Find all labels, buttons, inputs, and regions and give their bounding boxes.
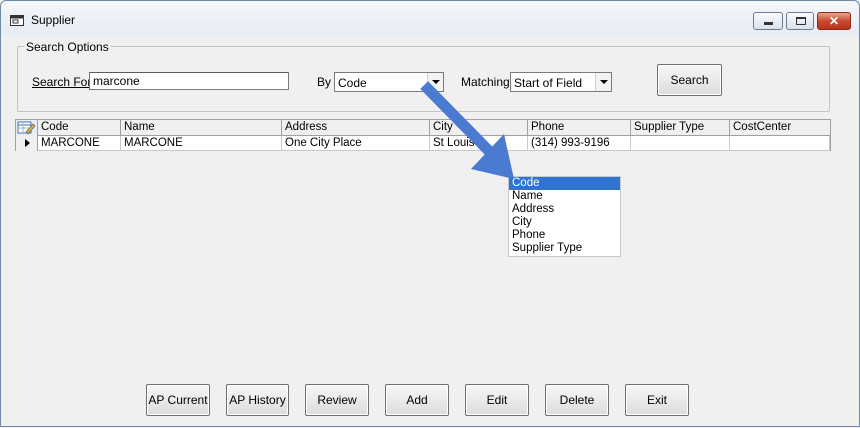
minimize-button[interactable] bbox=[753, 12, 783, 30]
ap-current-button[interactable]: AP Current bbox=[146, 384, 210, 416]
column-header-cost-center[interactable]: CostCenter bbox=[730, 120, 831, 135]
column-header-city[interactable]: City bbox=[430, 120, 528, 135]
column-header-phone[interactable]: Phone bbox=[528, 120, 631, 135]
cell-cost-center[interactable] bbox=[730, 136, 830, 151]
matching-select-chevron-down-icon[interactable] bbox=[595, 73, 611, 91]
dropdown-option-code[interactable]: Code bbox=[509, 177, 620, 190]
cell-city[interactable]: St Louis bbox=[430, 136, 528, 151]
search-for-input[interactable]: marcone bbox=[89, 72, 289, 90]
cell-code[interactable]: MARCONE bbox=[38, 136, 121, 151]
matching-label: Matching bbox=[461, 75, 510, 89]
by-select-chevron-down-icon[interactable] bbox=[427, 73, 443, 91]
by-dropdown-list[interactable]: Code Name Address City Phone Supplier Ty… bbox=[508, 176, 621, 257]
review-button[interactable]: Review bbox=[305, 384, 369, 416]
by-select[interactable]: Code bbox=[334, 72, 444, 92]
dropdown-option-supplier-type[interactable]: Supplier Type bbox=[509, 242, 620, 255]
column-header-code[interactable]: Code bbox=[38, 120, 121, 135]
add-button[interactable]: Add bbox=[385, 384, 449, 416]
dropdown-option-phone[interactable]: Phone bbox=[509, 229, 620, 242]
title-bar[interactable]: Supplier ✕ bbox=[1, 1, 859, 35]
by-label: By bbox=[317, 75, 332, 89]
window-title: Supplier bbox=[31, 13, 76, 27]
column-header-address[interactable]: Address bbox=[282, 120, 430, 135]
minimize-icon bbox=[764, 22, 773, 25]
column-header-name[interactable]: Name bbox=[121, 120, 282, 135]
delete-button[interactable]: Delete bbox=[545, 384, 609, 416]
supplier-grid[interactable]: Code Name Address City Phone Supplier Ty… bbox=[15, 119, 831, 151]
exit-button[interactable]: Exit bbox=[625, 384, 689, 416]
app-icon bbox=[10, 15, 24, 26]
grid-header: Code Name Address City Phone Supplier Ty… bbox=[16, 120, 831, 136]
edit-grid-icon[interactable] bbox=[16, 120, 38, 136]
supplier-window: Supplier ✕ Search Options Search For mar… bbox=[0, 0, 860, 427]
matching-select[interactable]: Start of Field bbox=[510, 72, 612, 92]
maximize-button[interactable] bbox=[786, 12, 814, 30]
cell-name[interactable]: MARCONE bbox=[121, 136, 282, 151]
table-row[interactable]: MARCONE MARCONE One City Place St Louis … bbox=[16, 136, 830, 151]
ap-history-button[interactable]: AP History bbox=[226, 384, 289, 416]
close-icon: ✕ bbox=[828, 14, 840, 28]
close-button[interactable]: ✕ bbox=[817, 12, 851, 30]
column-header-supplier-type[interactable]: Supplier Type bbox=[631, 120, 730, 135]
search-button[interactable]: Search bbox=[657, 64, 722, 96]
cell-supplier-type[interactable] bbox=[631, 136, 730, 151]
cell-address[interactable]: One City Place bbox=[282, 136, 430, 151]
dropdown-option-address[interactable]: Address bbox=[509, 203, 620, 216]
dropdown-option-city[interactable]: City bbox=[509, 216, 620, 229]
matching-select-value: Start of Field bbox=[514, 76, 583, 90]
search-options-legend: Search Options bbox=[24, 40, 111, 54]
maximize-icon bbox=[796, 17, 806, 25]
cell-phone[interactable]: (314) 993-9196 bbox=[528, 136, 631, 151]
edit-button[interactable]: Edit bbox=[465, 384, 529, 416]
dropdown-option-name[interactable]: Name bbox=[509, 190, 620, 203]
by-select-value: Code bbox=[338, 76, 367, 90]
search-for-label: Search For bbox=[32, 75, 92, 89]
